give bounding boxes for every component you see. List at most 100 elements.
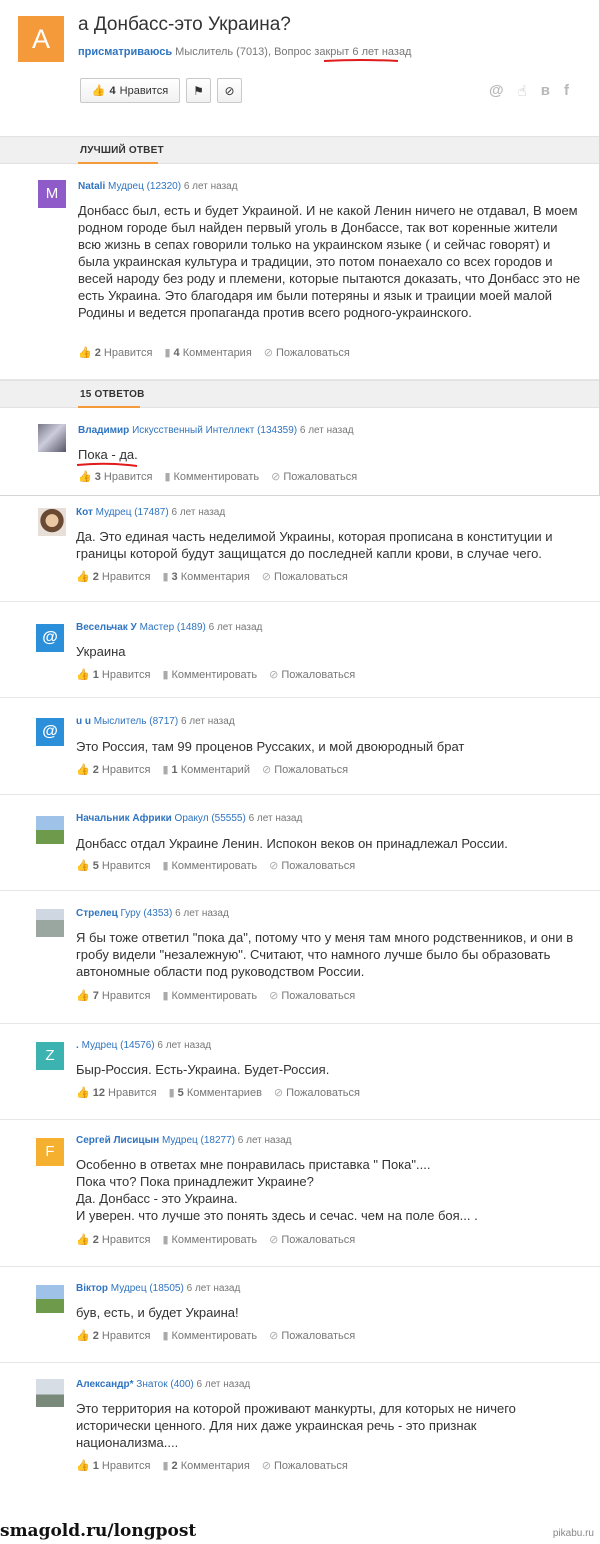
answer-avatar[interactable]: [36, 1285, 64, 1313]
report-action[interactable]: ⊘ Пожаловаться: [264, 346, 350, 359]
report-label: Пожаловаться: [281, 860, 356, 872]
like-label: Нравится: [101, 571, 151, 583]
answer-author[interactable]: u u: [76, 716, 91, 727]
report-action[interactable]: ⊘ Пожаловаться: [269, 989, 355, 1002]
comments-action[interactable]: ▮ 3 Комментария: [162, 570, 249, 583]
like-action[interactable]: 👍 2 Нравится: [76, 570, 150, 583]
like-label: Нравится: [101, 669, 151, 681]
answer-avatar[interactable]: [36, 1379, 64, 1407]
report-action[interactable]: ⊘ Пожаловаться: [262, 1459, 348, 1472]
comment-icon: ▮: [162, 1460, 169, 1472]
like-count: 5: [92, 860, 99, 872]
answer-rank[interactable]: Гуру (4353): [121, 908, 173, 919]
answer-avatar[interactable]: [38, 424, 66, 452]
comments-action[interactable]: ▮ Комментировать: [162, 1329, 257, 1342]
comments-action[interactable]: ▮ Комментировать: [162, 989, 257, 1002]
report-action[interactable]: ⊘ Пожаловаться: [269, 668, 355, 681]
question-avatar[interactable]: A: [18, 16, 64, 62]
answer-author[interactable]: Стрелец: [76, 908, 118, 919]
comments-action[interactable]: ▮ 5 Комментариев: [169, 1086, 262, 1099]
answer-avatar[interactable]: Z: [36, 1042, 64, 1070]
at-icon[interactable]: @: [489, 82, 504, 100]
best-answer-avatar[interactable]: M: [38, 180, 66, 208]
report-icon: ⊘: [269, 669, 279, 681]
answer-rank[interactable]: Мудрец (17487): [96, 507, 169, 518]
bookmark-button[interactable]: ⚑: [186, 78, 211, 103]
answer-rank[interactable]: Мыслитель (8717): [94, 716, 178, 727]
like-action[interactable]: 👍 1 Нравится: [76, 668, 150, 681]
answer-rank[interactable]: Мудрец (18277): [162, 1135, 235, 1146]
report-label: Пожаловаться: [274, 764, 349, 776]
comment-icon: ▮: [164, 347, 171, 359]
answer-author[interactable]: Владимир: [78, 425, 129, 436]
comments-action[interactable]: ▮ Комментировать: [164, 470, 259, 483]
comments-action[interactable]: ▮ Комментировать: [162, 668, 257, 681]
answer-avatar[interactable]: [38, 508, 66, 536]
answer-rank[interactable]: Мудрец (18505): [111, 1283, 184, 1294]
thumbs-up-icon: 👍: [76, 1234, 90, 1246]
report-action[interactable]: ⊘ Пожаловаться: [269, 859, 355, 872]
comments-action[interactable]: ▮ Комментировать: [162, 1233, 257, 1246]
question-title: а Донбасс-это Украина?: [78, 14, 291, 35]
answer-avatar[interactable]: [36, 816, 64, 844]
thumbs-up-icon: 👍: [76, 1460, 90, 1472]
report-action[interactable]: ⊘ Пожаловаться: [271, 470, 357, 483]
answer-rank[interactable]: Оракул (55555): [175, 813, 246, 824]
answer-avatar[interactable]: @: [36, 718, 64, 746]
report-label: Пожаловаться: [274, 571, 348, 583]
question-author-link[interactable]: присматриваюсь: [78, 46, 172, 58]
answer-author[interactable]: Александр*: [76, 1379, 134, 1390]
like-action[interactable]: 👍 2 Нравится: [78, 346, 152, 359]
report-label: Пожаловаться: [281, 990, 356, 1002]
comments-action[interactable]: ▮ 1 Комментарий: [162, 763, 250, 776]
answer-author[interactable]: Кот: [76, 507, 93, 518]
best-answer-time: 6 лет назад: [183, 181, 238, 192]
like-action[interactable]: 👍 3 Нравится: [78, 470, 152, 483]
vk-icon[interactable]: в: [541, 82, 550, 100]
like-action[interactable]: 👍 7 Нравится: [76, 989, 150, 1002]
answer-actions: 👍 2 Нравится ▮ 1 Комментарий ⊘ Пожаловаться: [76, 763, 348, 776]
like-action[interactable]: 👍 2 Нравится: [76, 1233, 150, 1246]
best-answer-rank[interactable]: Мудрец (12320): [108, 181, 181, 192]
like-button[interactable]: 👍 4 Нравится: [80, 78, 180, 103]
comments-action[interactable]: ▮ 4 Комментария: [164, 346, 251, 359]
report-action[interactable]: ⊘ Пожаловаться: [274, 1086, 360, 1099]
answer-author[interactable]: Віктор: [76, 1283, 108, 1294]
comments-label: Комментировать: [171, 1330, 258, 1342]
answer-rank[interactable]: Знаток (400): [136, 1379, 193, 1390]
report-action[interactable]: ⊘ Пожаловаться: [269, 1233, 355, 1246]
answer-author[interactable]: Сергей Лисицын: [76, 1135, 159, 1146]
ok-icon[interactable]: ☝: [518, 82, 527, 100]
answer-avatar[interactable]: [36, 909, 64, 937]
comments-action[interactable]: ▮ 2 Комментария: [162, 1459, 249, 1472]
answer-rank[interactable]: Искусственный Интеллект (134359): [132, 425, 297, 436]
like-action[interactable]: 👍 2 Нравится: [76, 763, 150, 776]
answer-author[interactable]: Весельчак У: [76, 622, 137, 633]
comment-icon: ▮: [162, 669, 169, 681]
like-action[interactable]: 👍 1 Нравится: [76, 1459, 150, 1472]
facebook-icon[interactable]: f: [564, 82, 569, 100]
best-answer-author[interactable]: Natali: [78, 181, 105, 192]
like-action[interactable]: 👍 5 Нравится: [76, 859, 150, 872]
report-icon: ⊘: [261, 571, 271, 583]
like-action[interactable]: 👍 12 Нравится: [76, 1086, 157, 1099]
report-label: Пожаловаться: [281, 1234, 356, 1246]
like-action[interactable]: 👍 2 Нравится: [76, 1329, 150, 1342]
block-button[interactable]: ⊘: [217, 78, 242, 103]
answer-avatar[interactable]: F: [36, 1138, 64, 1166]
answer-author[interactable]: .: [76, 1040, 79, 1051]
best-answer-label: ЛУЧШИЙ ОТВЕТ: [80, 145, 164, 156]
answer-rank[interactable]: Мудрец (14576): [82, 1040, 155, 1051]
report-icon: ⊘: [269, 1234, 279, 1246]
answer-text: був, есть, и будет Украина!: [76, 1305, 239, 1320]
answer-author[interactable]: Начальник Африки: [76, 813, 172, 824]
pikabu-watermark: pikabu.ru: [552, 1528, 594, 1539]
bookmark-icon: ⚑: [193, 83, 204, 98]
answer-rank[interactable]: Мастер (1489): [140, 622, 206, 633]
report-action[interactable]: ⊘ Пожаловаться: [269, 1329, 355, 1342]
answer-avatar[interactable]: @: [36, 624, 64, 652]
report-action[interactable]: ⊘ Пожаловаться: [262, 570, 348, 583]
comments-action[interactable]: ▮ Комментировать: [162, 859, 257, 872]
report-action[interactable]: ⊘ Пожаловаться: [262, 763, 348, 776]
comments-count: 4: [173, 347, 180, 359]
